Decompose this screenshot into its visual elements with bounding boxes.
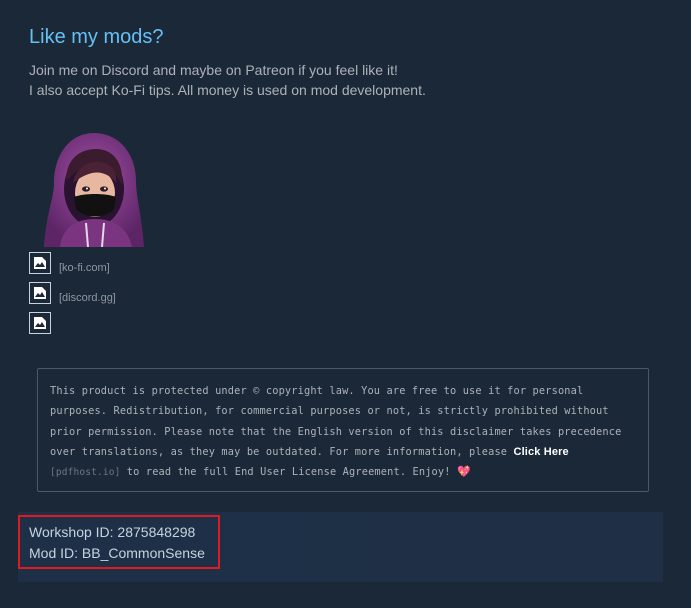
discord-link-row[interactable]: [discord.gg] [29, 282, 116, 304]
broken-image-icon[interactable] [29, 282, 51, 304]
workshop-id: Workshop ID: 2875848298 [29, 524, 196, 540]
broken-image-icon[interactable] [29, 252, 51, 274]
click-here-link[interactable]: Click Here [514, 446, 569, 458]
third-link-row[interactable] [29, 312, 51, 334]
kofi-link-text[interactable]: [ko-fi.com] [59, 262, 110, 274]
intro-line-2: I also accept Ko-Fi tips. All money is u… [29, 82, 426, 98]
intro-line-1: Join me on Discord and maybe on Patreon … [29, 62, 398, 78]
disclaimer-text-end: to read the full End User License Agreem… [126, 466, 451, 479]
intro-text: Join me on Discord and maybe on Patreon … [29, 60, 426, 100]
kofi-link-row[interactable]: [ko-fi.com] [29, 252, 110, 274]
link-host-label: [pdfhost.io] [50, 467, 121, 479]
heart-emoji-icon: 💖 [456, 465, 471, 479]
author-avatar-image [40, 131, 148, 247]
broken-image-icon[interactable] [29, 312, 51, 334]
section-heading: Like my mods? [29, 26, 164, 48]
mod-id: Mod ID: BB_CommonSense [29, 545, 205, 561]
license-disclaimer-box: This product is protected under © copyri… [37, 368, 649, 492]
discord-link-text[interactable]: [discord.gg] [59, 292, 116, 304]
